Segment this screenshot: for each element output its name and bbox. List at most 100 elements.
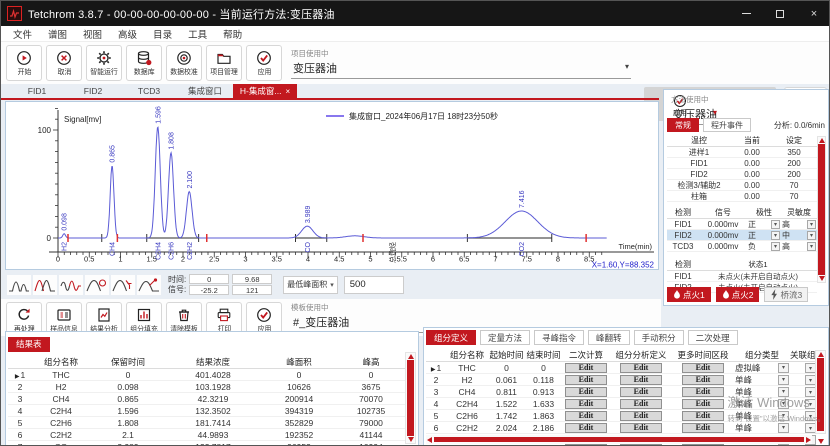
component-vertical-scrollbar[interactable] bbox=[815, 350, 826, 434]
detector-table-row[interactable]: FID10.000mv正▾高▾ bbox=[667, 219, 817, 230]
peak-tool-5-icon[interactable] bbox=[137, 275, 161, 295]
edit-button[interactable]: Edit bbox=[620, 363, 662, 373]
component-tab-手动积分[interactable]: 手动积分 bbox=[634, 330, 684, 345]
menu-item-1[interactable]: 谱图 bbox=[40, 27, 75, 41]
component-table-row[interactable]: ▶1THC00EditEditEdit虚拟峰▾▾ bbox=[426, 362, 826, 374]
minimize-button[interactable] bbox=[729, 1, 763, 26]
bridge-current-button[interactable]: 桥流3 bbox=[764, 287, 808, 302]
edit-button[interactable]: Edit bbox=[620, 387, 662, 397]
component-table-row[interactable]: 6C2H22.0242.186EditEditEdit单峰▾▾ bbox=[426, 422, 826, 434]
results-table-row[interactable]: 6C2H22.144.989319235241144 bbox=[8, 429, 416, 441]
component-table-row[interactable]: 5C2H61.7421.863EditEditEdit单峰▾▾ bbox=[426, 410, 826, 422]
edit-button[interactable]: Edit bbox=[620, 399, 662, 409]
toolbar1-3-button[interactable]: 数据库 bbox=[126, 45, 162, 81]
edit-button[interactable]: Edit bbox=[682, 411, 724, 421]
component-type-dropdown[interactable]: ▾ bbox=[778, 363, 789, 373]
edit-button[interactable]: Edit bbox=[565, 423, 607, 433]
edit-button[interactable]: Edit bbox=[565, 363, 607, 373]
chevron-down-icon[interactable]: ▾ bbox=[625, 62, 629, 71]
component-tab-峰翻转[interactable]: 峰翻转 bbox=[588, 330, 630, 345]
menu-item-5[interactable]: 工具 bbox=[180, 27, 215, 41]
tab-FID1[interactable]: FID1 bbox=[9, 84, 65, 98]
results-table-row[interactable]: 5C2H61.808181.741435282979000 bbox=[8, 417, 416, 429]
toolbar1-6-button[interactable]: 应用 bbox=[246, 45, 282, 81]
component-tab-定量方法[interactable]: 定量方法 bbox=[480, 330, 530, 345]
edit-button[interactable]: Edit bbox=[682, 387, 724, 397]
component-table-row[interactable]: 2H20.0610.118EditEditEdit单峰▾▾ bbox=[426, 374, 826, 386]
method-vertical-scrollbar[interactable] bbox=[817, 136, 826, 283]
temp-table-row[interactable]: 柱箱0.0070 bbox=[667, 191, 817, 202]
component-type-dropdown[interactable]: ▾ bbox=[778, 375, 789, 385]
polarity-dropdown[interactable]: ▾ bbox=[771, 231, 780, 240]
signal-to-input[interactable]: 121 bbox=[232, 285, 272, 295]
time-to-input[interactable]: 9.68 bbox=[232, 274, 272, 284]
peak-tool-1-icon[interactable] bbox=[33, 275, 57, 295]
edit-button[interactable]: Edit bbox=[565, 375, 607, 385]
component-table-row[interactable]: 4C2H41.5221.633EditEditEdit单峰▾▾ bbox=[426, 398, 826, 410]
tab-FID2[interactable]: FID2 bbox=[65, 84, 121, 98]
temp-table-row[interactable]: 检测3/辅助20.0070 bbox=[667, 180, 817, 191]
edit-button[interactable]: Edit bbox=[620, 375, 662, 385]
close-tab-icon[interactable]: × bbox=[285, 87, 290, 96]
peak-tool-4-icon[interactable] bbox=[111, 275, 135, 295]
component-tab-组分定义[interactable]: 组分定义 bbox=[426, 330, 476, 345]
sensitivity-dropdown[interactable]: ▾ bbox=[807, 220, 816, 229]
component-table-row[interactable]: 3CH40.8110.913EditEditEdit单峰▾▾ bbox=[426, 386, 826, 398]
status-table-row[interactable]: FID1未点火(未开启自动点火) bbox=[667, 271, 817, 282]
tab-active-integration[interactable]: H-集成窗...× bbox=[233, 84, 297, 98]
results-table-row[interactable]: 7CO3.989132.78179695310994 bbox=[8, 441, 416, 446]
toolbar1-2-button[interactable]: 智能运行 bbox=[86, 45, 122, 81]
min-peak-area-input[interactable]: 500 bbox=[344, 276, 404, 294]
edit-button[interactable]: Edit bbox=[682, 423, 724, 433]
min-peak-area-dropdown[interactable]: 最低峰面积 ▾ bbox=[283, 276, 338, 294]
peak-tool-3-icon[interactable] bbox=[85, 275, 109, 295]
component-tab-寻峰指令[interactable]: 寻峰指令 bbox=[534, 330, 584, 345]
menu-item-3[interactable]: 高级 bbox=[110, 27, 145, 41]
tab-TCD3[interactable]: TCD3 bbox=[121, 84, 177, 98]
chromatogram-panel[interactable]: 0100Signal[mv]集成窗口_2024年06月17日 18时23分50秒… bbox=[5, 101, 659, 270]
ignite-1-button[interactable]: 点火1 bbox=[667, 287, 711, 302]
menu-item-4[interactable]: 目录 bbox=[145, 27, 180, 41]
temp-table-row[interactable]: FID10.00200 bbox=[667, 158, 817, 169]
chevron-down-icon[interactable]: ▾ bbox=[713, 108, 717, 117]
toolbar1-0-button[interactable]: 开始 bbox=[6, 45, 42, 81]
time-from-input[interactable]: 0 bbox=[189, 274, 229, 284]
detector-table-row[interactable]: TCD30.000mv负▾高▾ bbox=[667, 241, 817, 252]
tab-集成窗口[interactable]: 集成窗口 bbox=[177, 84, 233, 98]
chromatogram-plot[interactable]: 0100Signal[mv]集成窗口_2024年06月17日 18时23分50秒… bbox=[6, 102, 656, 269]
edit-button[interactable]: Edit bbox=[565, 411, 607, 421]
peak-tool-0-icon[interactable] bbox=[7, 275, 31, 295]
temp-table-row[interactable]: 进样10.00350 bbox=[667, 147, 817, 158]
peak-tool-2-icon[interactable] bbox=[59, 275, 83, 295]
results-table-row[interactable]: 3CH40.86542.321920091470070 bbox=[8, 393, 416, 405]
component-type-dropdown[interactable]: ▾ bbox=[778, 387, 789, 397]
results-table-row[interactable]: 4C2H41.596132.3502394319102735 bbox=[8, 405, 416, 417]
project-in-use-field[interactable]: 项目使用中 变压器油▾ bbox=[291, 48, 631, 79]
sensitivity-dropdown[interactable]: ▾ bbox=[807, 231, 816, 240]
edit-button[interactable]: Edit bbox=[565, 387, 607, 397]
close-button[interactable]: × bbox=[797, 1, 830, 26]
sensitivity-dropdown[interactable]: ▾ bbox=[807, 242, 816, 251]
toolbar1-5-button[interactable]: 项目管理 bbox=[206, 45, 242, 81]
detector-table-row[interactable]: FID20.000mv正▾中▾ bbox=[667, 230, 817, 241]
edit-button[interactable]: Edit bbox=[620, 423, 662, 433]
tab-temp-program[interactable]: 程升事件 bbox=[703, 118, 751, 132]
menu-item-2[interactable]: 视图 bbox=[75, 27, 110, 41]
ignite-2-button[interactable]: 点火2 bbox=[716, 287, 760, 302]
signal-from-input[interactable]: -25.2 bbox=[189, 285, 229, 295]
component-type-dropdown[interactable]: ▾ bbox=[778, 399, 789, 409]
component-scroll-down-arrow[interactable] bbox=[818, 439, 824, 444]
polarity-dropdown[interactable]: ▾ bbox=[771, 220, 780, 229]
edit-button[interactable]: Edit bbox=[682, 375, 724, 385]
temp-table-row[interactable]: FID20.00200 bbox=[667, 169, 817, 180]
results-vertical-scrollbar[interactable] bbox=[405, 352, 416, 444]
edit-button[interactable]: Edit bbox=[565, 399, 607, 409]
results-table-row[interactable]: 2H20.098103.1928106263675 bbox=[8, 381, 416, 393]
results-table-button[interactable]: 结果表 bbox=[8, 337, 50, 352]
edit-button[interactable]: Edit bbox=[620, 411, 662, 421]
component-type-dropdown[interactable]: ▾ bbox=[778, 411, 789, 421]
tab-normal[interactable]: 常规 bbox=[667, 118, 699, 132]
component-type-dropdown[interactable]: ▾ bbox=[778, 423, 789, 433]
menu-item-6[interactable]: 帮助 bbox=[215, 27, 250, 41]
edit-button[interactable]: Edit bbox=[682, 363, 724, 373]
